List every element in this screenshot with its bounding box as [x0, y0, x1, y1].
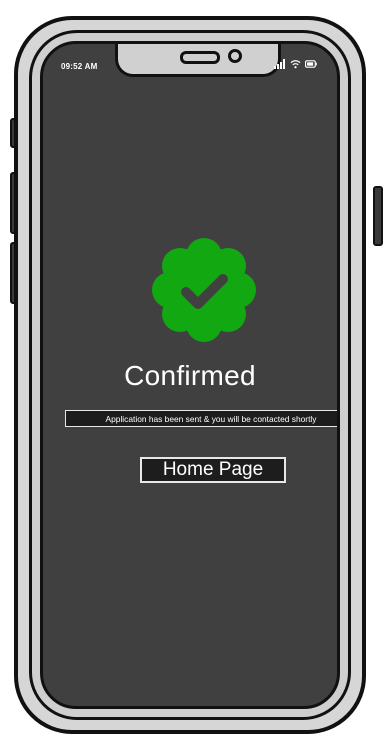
front-camera: [228, 49, 242, 63]
status-icons: [274, 59, 317, 69]
verified-check-badge-icon: [152, 238, 256, 342]
phone-frame: 09:52 AM Confirmed Application has been …: [14, 16, 366, 734]
speaker-grille: [180, 51, 220, 64]
confirmation-message: Application has been sent & you will be …: [65, 410, 337, 427]
confirmation-title: Confirmed: [124, 360, 256, 391]
status-time: 09:52 AM: [61, 62, 98, 71]
phone-mockup-stage: 09:52 AM Confirmed Application has been …: [0, 0, 385, 751]
home-page-button[interactable]: Home Page: [140, 457, 286, 483]
notch: [115, 44, 281, 77]
phone-screen: 09:52 AM Confirmed Application has been …: [40, 41, 340, 709]
battery-icon: [305, 60, 317, 68]
power-button: [373, 186, 383, 246]
signal-icon: [274, 59, 285, 69]
wifi-icon: [290, 60, 301, 69]
phone-bezel: 09:52 AM Confirmed Application has been …: [29, 30, 351, 720]
